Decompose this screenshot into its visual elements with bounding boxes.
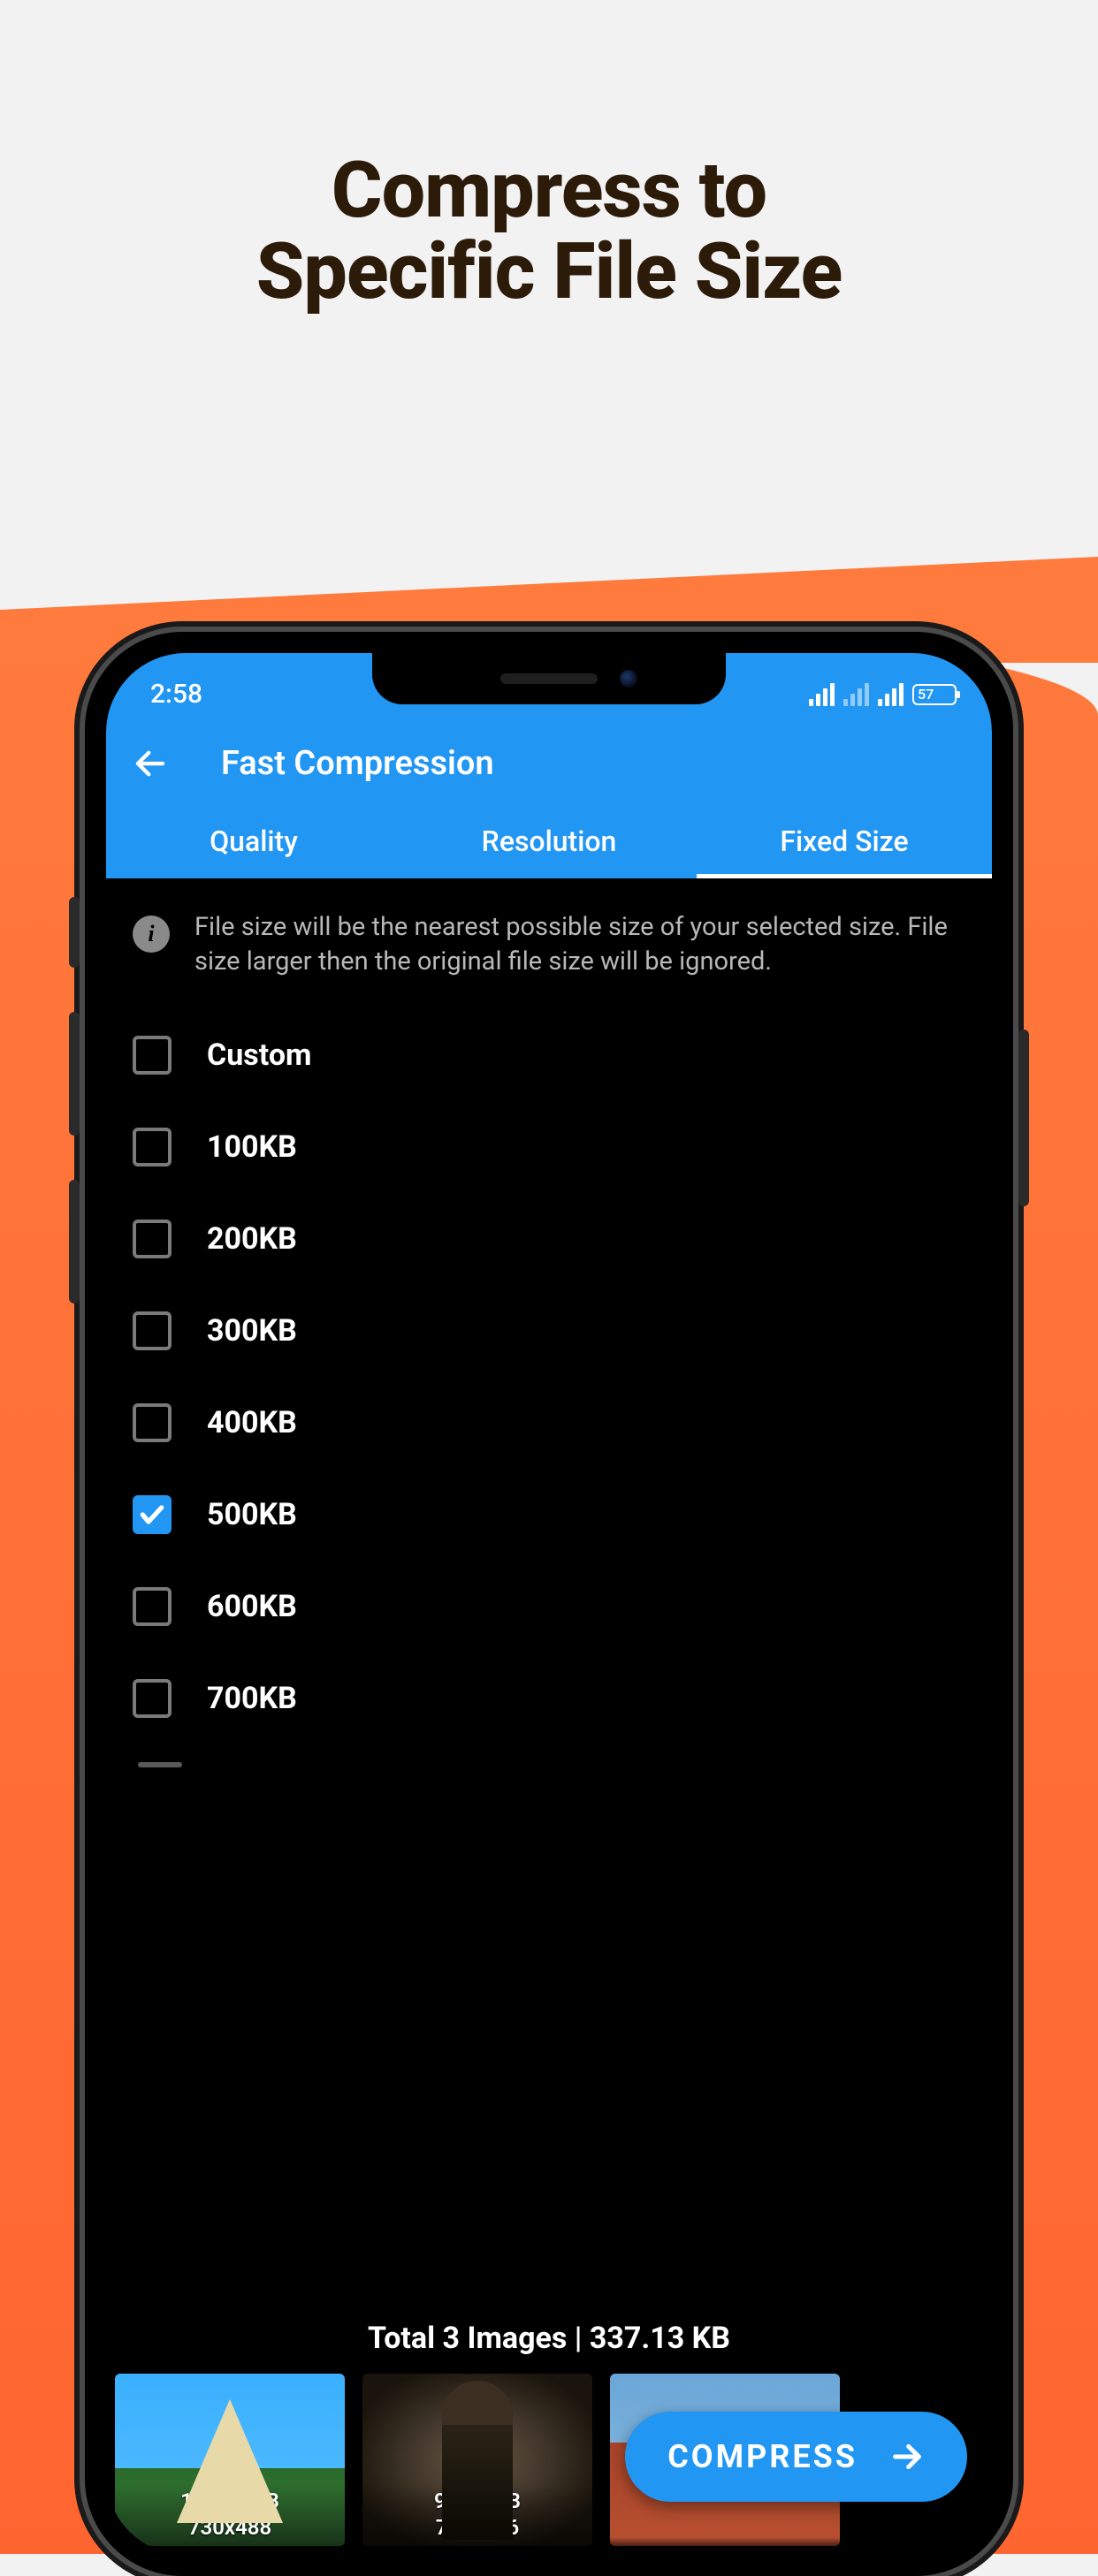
size-option-300kb[interactable]: 300KB xyxy=(106,1285,992,1377)
size-option-label: 300KB xyxy=(207,1313,297,1349)
compress-label: COMPRESS xyxy=(667,2438,858,2475)
tab-label: Fixed Size xyxy=(780,824,908,858)
app-root: 2:58 57 Fast Compression Qual xyxy=(106,653,992,2555)
tab-fixed-size[interactable]: Fixed Size xyxy=(697,808,992,878)
size-option-label: 600KB xyxy=(207,1589,297,1624)
image-thumbnail[interactable]: 99.92 KB 730x526 xyxy=(362,2374,592,2546)
phone-camera xyxy=(620,670,637,688)
thumbnail-meta: 120.93 KB 730x488 xyxy=(115,2484,345,2546)
checkbox[interactable] xyxy=(133,1311,172,1350)
size-option-200kb[interactable]: 200KB xyxy=(106,1193,992,1285)
promo-title: Compress to Specific File Size xyxy=(0,150,1098,314)
size-option-400kb[interactable]: 400KB xyxy=(106,1377,992,1469)
size-option-100kb[interactable]: 100KB xyxy=(106,1101,992,1193)
tab-bar: Quality Resolution Fixed Size xyxy=(106,808,992,878)
phone-vol-down xyxy=(69,1180,80,1303)
info-banner: i File size will be the nearest possible… xyxy=(106,878,992,1000)
size-option-label: 500KB xyxy=(207,1497,297,1532)
checkbox[interactable] xyxy=(133,1220,172,1258)
compress-button[interactable]: COMPRESS xyxy=(625,2412,967,2502)
checkbox[interactable] xyxy=(133,1679,172,1718)
tab-quality[interactable]: Quality xyxy=(106,808,401,878)
promo-line2: Specific File Size xyxy=(256,226,843,317)
selection-summary: Total 3 Images | 337.13 KB xyxy=(106,2299,992,2374)
checkbox[interactable] xyxy=(133,1036,172,1075)
thumbnail-dimensions: 730x488 xyxy=(115,2514,345,2541)
image-thumbnail[interactable]: 120.93 KB 730x488 xyxy=(115,2374,345,2546)
phone-vol-up xyxy=(69,1012,80,1136)
checkbox[interactable] xyxy=(133,1587,172,1626)
arrow-right-icon xyxy=(889,2439,925,2474)
thumbnail-dimensions: 730x526 xyxy=(362,2514,592,2541)
tab-resolution[interactable]: Resolution xyxy=(401,808,697,878)
phone-switch xyxy=(69,897,80,968)
page-title: Fast Compression xyxy=(221,744,494,783)
thumbnail-filesize: 99.92 KB xyxy=(362,2488,592,2514)
size-option-600kb[interactable]: 600KB xyxy=(106,1561,992,1653)
wifi-signal-icon xyxy=(809,683,835,706)
phone-power xyxy=(1018,1030,1029,1206)
back-button[interactable] xyxy=(124,737,177,790)
info-icon: i xyxy=(133,916,170,953)
promo-line1: Compress to xyxy=(332,145,766,236)
size-option-label: 400KB xyxy=(207,1405,297,1440)
checkbox[interactable] xyxy=(133,1495,172,1534)
size-option-label: 700KB xyxy=(207,1681,297,1716)
phone-frame: 2:58 57 Fast Compression Qual xyxy=(85,632,1013,2576)
battery-icon: 57 xyxy=(912,684,957,705)
phone-screen: 2:58 57 Fast Compression Qual xyxy=(106,653,992,2555)
size-option-label: 100KB xyxy=(207,1129,297,1165)
size-option-label: 200KB xyxy=(207,1221,297,1257)
checkbox[interactable] xyxy=(133,1403,172,1442)
phone-notch xyxy=(372,653,726,704)
cell-signal-icon-2 xyxy=(878,683,904,706)
size-option-500kb[interactable]: 500KB xyxy=(106,1469,992,1561)
status-icons: 57 xyxy=(809,683,957,706)
phone-speaker xyxy=(500,673,598,684)
size-option-custom[interactable]: Custom xyxy=(106,1009,992,1101)
app-bar: Fast Compression xyxy=(106,719,992,808)
thumbnail-filesize: 120.93 KB xyxy=(115,2488,345,2514)
size-option-label: Custom xyxy=(207,1037,311,1073)
status-time: 2:58 xyxy=(150,679,202,710)
arrow-left-icon xyxy=(132,745,169,782)
thumbnail-meta xyxy=(610,2537,840,2546)
size-option-list[interactable]: Custom 100KB 200KB 300KB xyxy=(106,1000,992,2299)
more-indicator xyxy=(138,1762,182,1767)
content-area: i File size will be the nearest possible… xyxy=(106,878,992,2555)
info-text: File size will be the nearest possible s… xyxy=(194,910,965,979)
battery-level: 57 xyxy=(918,686,934,703)
thumbnail-meta: 99.92 KB 730x526 xyxy=(362,2484,592,2546)
tab-label: Quality xyxy=(210,824,298,858)
checkbox[interactable] xyxy=(133,1128,172,1166)
tab-label: Resolution xyxy=(482,824,617,858)
size-option-700kb[interactable]: 700KB xyxy=(106,1653,992,1744)
cell-signal-icon-1 xyxy=(843,683,869,706)
